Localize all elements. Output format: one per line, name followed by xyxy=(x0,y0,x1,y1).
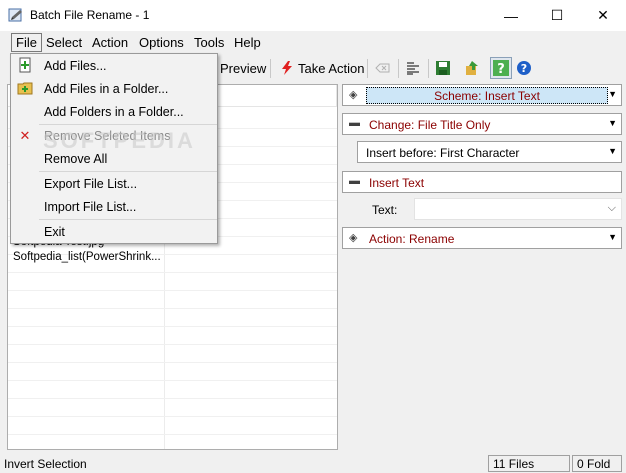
remove-icon: ✕ xyxy=(19,128,31,143)
menu-file[interactable]: File xyxy=(11,33,42,52)
save-icon[interactable] xyxy=(435,60,451,76)
folder-count: 0 Fold xyxy=(572,455,622,472)
menu-item-export-list[interactable]: Export File List... xyxy=(44,177,137,191)
grid-line xyxy=(8,326,337,327)
app-icon xyxy=(8,8,22,22)
scheme-label: Scheme: Insert Text xyxy=(434,89,540,103)
title-bar: Batch File Rename - 1 — ☐ ✕ xyxy=(0,0,626,31)
menu-action[interactable]: Action xyxy=(88,34,132,52)
scheme-panel: ◈ Scheme: Insert Text ▼ ▬ Change: File T… xyxy=(342,84,622,450)
change-selector[interactable]: ▬ Change: File Title Only ▼ xyxy=(342,113,622,135)
maximize-button[interactable]: ☐ xyxy=(534,0,580,31)
info-icon[interactable]: ? xyxy=(516,60,532,76)
watermark: SOFTPEDIA xyxy=(43,128,196,153)
text-input[interactable]: ⌵ xyxy=(414,198,622,220)
toolbar-separator xyxy=(270,59,271,78)
grid-line xyxy=(8,344,337,345)
dropdown-arrow-icon[interactable]: ▼ xyxy=(608,89,617,99)
change-label: Change: File Title Only xyxy=(369,118,491,132)
menu-separator xyxy=(39,124,217,125)
minus-icon: ▬ xyxy=(349,117,360,129)
clear-icon[interactable] xyxy=(375,60,391,76)
lightning-icon[interactable] xyxy=(279,60,295,76)
grid-line xyxy=(8,434,337,435)
menu-tools[interactable]: Tools xyxy=(190,34,228,52)
file-menu-dropdown: Add Files... Add Files in a Folder... Ad… xyxy=(10,53,218,244)
minimize-button[interactable]: — xyxy=(488,0,534,31)
menu-item-add-files[interactable]: Add Files... xyxy=(44,59,107,73)
menu-item-import-list[interactable]: Import File List... xyxy=(44,200,136,214)
svg-text:?: ? xyxy=(521,62,527,75)
insert-position-select[interactable]: Insert before: First Character ▼ xyxy=(357,141,622,163)
help-button[interactable]: ? xyxy=(490,57,512,79)
menu-item-add-files-in-folder[interactable]: Add Files in a Folder... xyxy=(44,82,168,96)
status-bar: Invert Selection 11 Files 0 Fold xyxy=(0,454,626,473)
insert-text-section[interactable]: ▬ Insert Text xyxy=(342,171,622,193)
toolbar-separator xyxy=(428,59,429,78)
grid-line xyxy=(8,308,337,309)
dropdown-arrow-icon[interactable]: ▼ xyxy=(608,232,617,242)
dropdown-arrow-icon[interactable]: ▼ xyxy=(608,146,617,156)
grid-line xyxy=(8,272,337,273)
scheme-selector[interactable]: ◈ Scheme: Insert Text ▼ xyxy=(342,84,622,106)
align-icon[interactable] xyxy=(405,60,421,76)
toolbar-separator xyxy=(367,59,368,78)
grid-line xyxy=(8,398,337,399)
chevron-down-icon[interactable]: ⌵ xyxy=(608,202,616,215)
preview-button[interactable]: Preview xyxy=(220,61,266,76)
svg-text:?: ? xyxy=(497,62,505,76)
menu-bar: File Select Action Options Tools Help xyxy=(0,31,626,53)
text-field-label: Text: xyxy=(372,203,398,217)
menu-item-add-folders-in-folder[interactable]: Add Folders in a Folder... xyxy=(44,105,184,119)
insert-text-label: Insert Text xyxy=(369,176,425,190)
menu-item-exit[interactable]: Exit xyxy=(44,225,65,239)
menu-options[interactable]: Options xyxy=(135,34,188,52)
menu-separator xyxy=(39,171,217,172)
file-count: 11 Files xyxy=(488,455,570,472)
window-title: Batch File Rename - 1 xyxy=(30,8,150,22)
question-icon: ? xyxy=(493,60,509,76)
diamond-icon: ◈ xyxy=(349,232,358,244)
menu-separator xyxy=(39,219,217,220)
grid-line xyxy=(8,416,337,417)
grid-line xyxy=(8,290,337,291)
add-file-icon xyxy=(19,57,31,73)
export-icon[interactable] xyxy=(464,60,480,76)
menu-select[interactable]: Select xyxy=(42,34,86,52)
folder-add-icon xyxy=(17,82,33,95)
scheme-focus[interactable]: Scheme: Insert Text xyxy=(366,87,608,104)
diamond-icon: ◈ xyxy=(349,89,358,101)
insert-position-label: Insert before: First Character xyxy=(366,146,520,160)
grid-line xyxy=(8,362,337,363)
minus-icon: ▬ xyxy=(349,175,360,187)
action-selector[interactable]: ◈ Action: Rename ▼ xyxy=(342,227,622,249)
menu-help[interactable]: Help xyxy=(230,34,265,52)
action-label: Action: Rename xyxy=(369,232,455,246)
menu-item-remove-all[interactable]: Remove All xyxy=(44,152,107,166)
grid-line xyxy=(8,380,337,381)
dropdown-arrow-icon[interactable]: ▼ xyxy=(608,118,617,128)
status-text: Invert Selection xyxy=(4,457,87,471)
list-item[interactable]: Softpedia_list(PowerShrink... xyxy=(13,251,161,263)
close-button[interactable]: ✕ xyxy=(580,0,626,31)
toolbar-separator xyxy=(398,59,399,78)
take-action-button[interactable]: Take Action xyxy=(298,61,365,76)
